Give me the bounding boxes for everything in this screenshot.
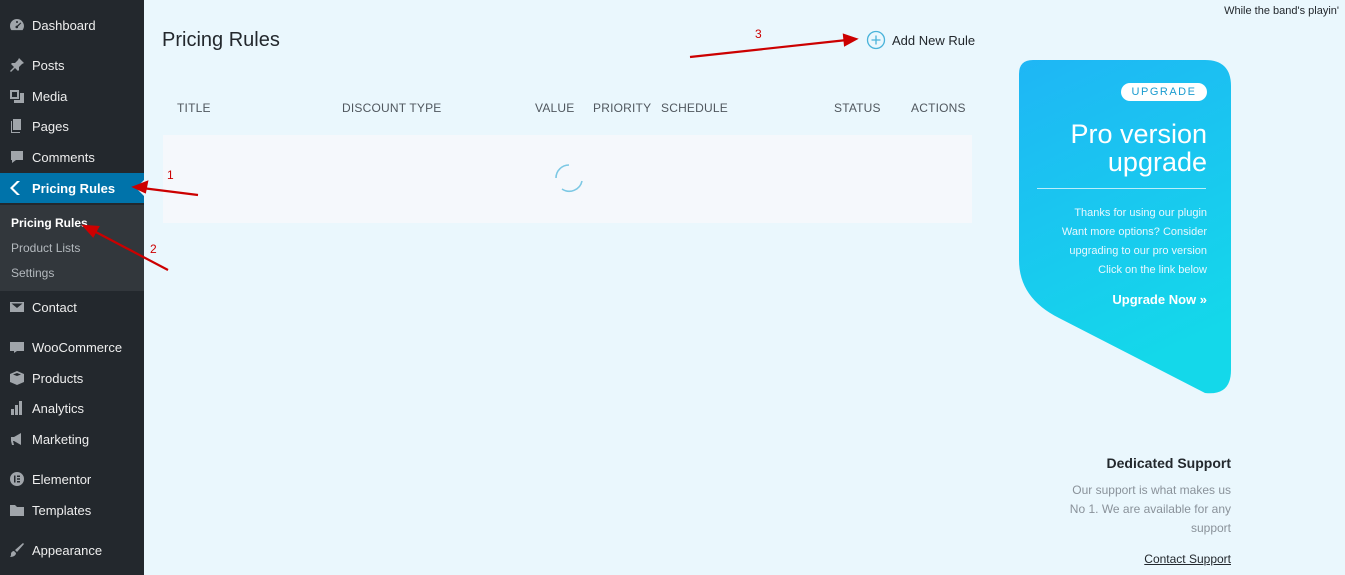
pricing-rules-submenu: Pricing Rules Product Lists Settings	[0, 205, 144, 291]
upgrade-title-line-2: upgrade	[1107, 147, 1207, 177]
submenu-item-product-lists[interactable]: Product Lists	[11, 241, 80, 255]
pages-icon	[8, 117, 26, 135]
add-new-rule-button[interactable]: Add New Rule	[866, 30, 975, 50]
woo-icon	[8, 338, 26, 356]
comment-icon	[8, 148, 26, 166]
sidebar-item-pages[interactable]: Pages	[0, 111, 144, 141]
upgrade-text-line: Thanks for using our plugin	[1074, 207, 1207, 219]
upgrade-text-line: Click on the link below	[1098, 264, 1207, 276]
media-icon	[8, 87, 26, 105]
sidebar-item-label: Pages	[32, 118, 69, 134]
page-title: Pricing Rules	[162, 29, 280, 51]
upgrade-text-line: upgrading to our pro version	[1069, 245, 1207, 257]
sidebar-item-contact[interactable]: Contact	[0, 292, 144, 322]
upgrade-description: Thanks for using our plugin Want more op…	[1027, 204, 1207, 280]
column-header-actions[interactable]: ACTIONS	[911, 101, 966, 115]
mail-icon	[8, 298, 26, 316]
column-header-priority[interactable]: PRIORITY	[593, 101, 651, 115]
megaphone-icon	[8, 430, 26, 448]
upgrade-divider	[1037, 188, 1206, 189]
sidebar-item-analytics[interactable]: Analytics	[0, 393, 144, 423]
sidebar-item-label: Comments	[32, 149, 95, 165]
plus-circle-icon	[866, 30, 886, 50]
column-header-discount-type[interactable]: DISCOUNT TYPE	[342, 101, 442, 115]
sidebar-item-label: Marketing	[32, 431, 90, 447]
column-header-title[interactable]: TITLE	[177, 101, 211, 115]
upgrade-card: UPGRADE Pro version upgrade Thanks for u…	[1019, 60, 1231, 396]
folder-icon	[8, 501, 26, 519]
upgrade-title: Pro version upgrade	[1027, 120, 1207, 176]
sidebar-item-label: Pricing Rules	[32, 180, 116, 196]
dashboard-icon	[8, 16, 26, 34]
sidebar-item-comments[interactable]: Comments	[0, 142, 144, 172]
submenu-item-settings[interactable]: Settings	[11, 266, 54, 280]
column-header-status[interactable]: STATUS	[834, 101, 881, 115]
annotation-label-3: 3	[755, 27, 762, 41]
add-new-rule-label: Add New Rule	[892, 32, 976, 48]
sidebar-item-templates[interactable]: Templates	[0, 495, 144, 525]
sidebar-item-label: Contact	[32, 299, 77, 315]
contact-support-link[interactable]: Contact Support	[1144, 552, 1231, 566]
upgrade-now-link[interactable]: Upgrade Now »	[1112, 292, 1207, 307]
sidebar-item-label: Media	[32, 88, 68, 104]
support-text-line: No 1. We are available for any	[1069, 502, 1231, 516]
sidebar-item-label: Dashboard	[32, 17, 96, 33]
column-header-value[interactable]: VALUE	[535, 101, 574, 115]
sidebar-item-elementor[interactable]: Elementor	[0, 464, 144, 494]
support-title: Dedicated Support	[1106, 455, 1231, 471]
sidebar-item-dashboard[interactable]: Dashboard	[0, 10, 144, 40]
upgrade-text-line: Want more options? Consider	[1061, 226, 1207, 238]
upgrade-title-line-1: Pro version	[1070, 119, 1207, 149]
annotation-label-2: 2	[150, 242, 157, 256]
sidebar-item-label: Analytics	[32, 400, 85, 416]
submenu-item-pricing-rules[interactable]: Pricing Rules	[11, 216, 88, 230]
sidebar-item-label: WooCommerce	[32, 339, 123, 355]
sidebar-item-label: Posts	[32, 57, 65, 73]
admin-sidebar: Dashboard Posts Media Pages Comments Pri…	[0, 0, 144, 575]
support-description: Our support is what makes us No 1. We ar…	[1041, 481, 1231, 538]
active-indicator	[136, 180, 144, 196]
annotation-arrowhead-3	[842, 33, 859, 47]
sidebar-item-label: Products	[32, 370, 84, 386]
sidebar-item-woocommerce[interactable]: WooCommerce	[0, 332, 144, 362]
support-text-line: Our support is what makes us	[1072, 483, 1231, 497]
sidebar-item-marketing[interactable]: Marketing	[0, 424, 144, 454]
sidebar-item-media[interactable]: Media	[0, 81, 144, 111]
support-text-line: support	[1190, 521, 1231, 535]
sidebar-item-label: Elementor	[32, 471, 92, 487]
sidebar-item-label: Templates	[32, 502, 92, 518]
sidebar-item-appearance[interactable]: Appearance	[0, 535, 144, 565]
top-right-status-text: While the band's playin'	[1224, 5, 1339, 17]
sidebar-item-posts[interactable]: Posts	[0, 50, 144, 80]
box-icon	[8, 369, 26, 387]
loading-spinner-icon	[555, 164, 583, 193]
pin-icon	[8, 56, 26, 74]
chevron-left-icon	[8, 179, 26, 197]
elementor-icon	[8, 470, 26, 488]
sidebar-item-pricing-rules[interactable]: Pricing Rules	[0, 173, 144, 203]
column-header-schedule[interactable]: SCHEDULE	[661, 101, 728, 115]
sidebar-item-label: Appearance	[32, 542, 103, 558]
sidebar-item-products[interactable]: Products	[0, 363, 144, 393]
annotation-arrow-3	[689, 38, 848, 59]
chart-bar-icon	[8, 399, 26, 417]
upgrade-badge: UPGRADE	[1121, 83, 1207, 101]
brush-icon	[8, 541, 26, 559]
annotation-label-1: 1	[167, 168, 174, 182]
